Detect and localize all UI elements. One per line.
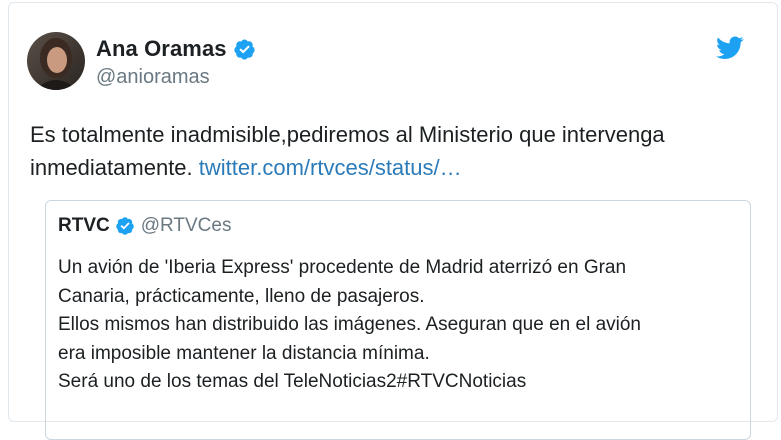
tweet-text: Es totalmente inadmisible,pediremos al M… xyxy=(30,118,730,184)
quoted-tweet[interactable]: RTVC @RTVCes Un avión de 'Iberia Express… xyxy=(45,200,751,440)
quoted-line: Ellos mismos han distribuido las imágene… xyxy=(58,314,641,335)
quoted-tweet-body: Un avión de 'Iberia Express' procedente … xyxy=(58,254,748,397)
quoted-line: Canaria, prácticamente, lleno de pasajer… xyxy=(58,285,425,307)
quoted-verified-badge-icon xyxy=(115,216,135,236)
tweet-link[interactable]: twitter.com/rtvces/status/… xyxy=(199,155,462,180)
quoted-line: era imposible mantener la distancia míni… xyxy=(58,342,430,364)
author-avatar[interactable] xyxy=(27,32,85,90)
avatar-image xyxy=(27,32,85,90)
quoted-line: Un avión de 'Iberia Express' procedente … xyxy=(58,257,627,278)
quoted-line: Será uno de los temas del TeleNoticias2#… xyxy=(58,371,527,392)
quoted-handle: @RTVCes xyxy=(140,215,232,236)
verified-badge-icon xyxy=(233,38,256,61)
author-display-name[interactable]: Ana Oramas xyxy=(96,36,227,62)
author-name-row[interactable]: Ana Oramas xyxy=(96,35,256,63)
author-handle[interactable]: @anioramas xyxy=(96,66,210,89)
quoted-display-name: RTVC xyxy=(58,215,110,236)
quoted-tweet-header: RTVC @RTVCes xyxy=(58,215,231,237)
twitter-bird-icon[interactable] xyxy=(716,36,744,60)
